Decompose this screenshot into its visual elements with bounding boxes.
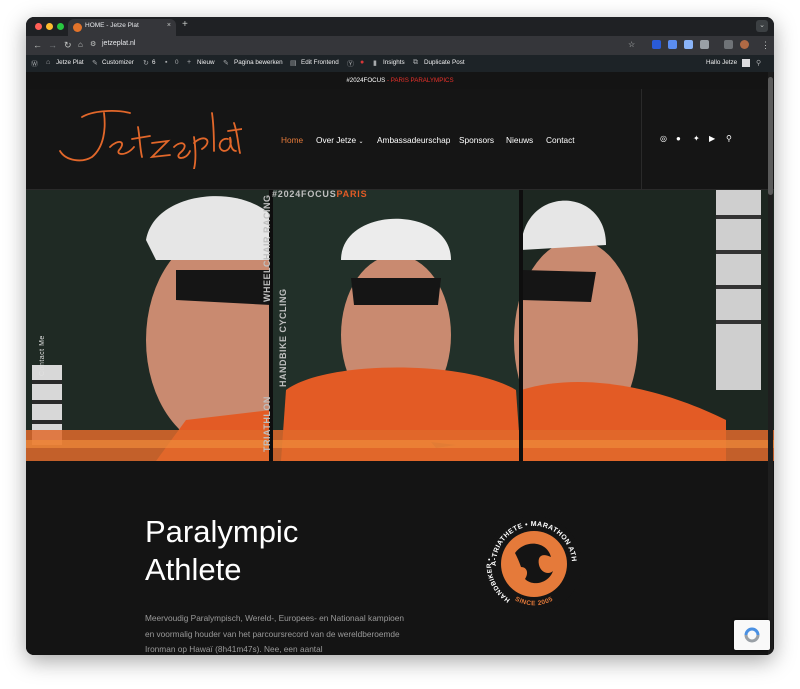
intro-section: Paralympic Athlete Meervoudig Paralympis… xyxy=(26,461,774,655)
hero-hashtag-accent: PARIS xyxy=(336,190,368,199)
facebook-icon[interactable]: ● xyxy=(676,134,681,143)
extensions-puzzle-icon[interactable] xyxy=(700,40,709,49)
site-info-icon[interactable]: ⚙ xyxy=(90,40,96,48)
nav-over-jetze-label: Over Jetze xyxy=(316,135,357,145)
heading-line-1: Paralympic xyxy=(145,514,299,549)
topline-announcement: #2024FOCUS - PARIS PARALYMPICS xyxy=(26,72,774,89)
page-scrollbar-thumb[interactable] xyxy=(768,77,773,195)
insights-link[interactable]: Insights xyxy=(383,59,405,66)
site-name-link[interactable]: Jetze Plat xyxy=(56,59,84,66)
user-greeting[interactable]: Hallo Jetze xyxy=(706,59,737,66)
youtube-icon[interactable]: ▶ xyxy=(709,134,715,143)
site-logo[interactable] xyxy=(52,103,242,169)
athlete-badge: PARA-TRIATHETE • MARATHON ATHLETE HANDBI… xyxy=(483,513,582,612)
comments-count[interactable]: 0 xyxy=(175,59,179,66)
forward-icon[interactable]: → xyxy=(48,40,57,50)
heading-line-2: Athlete xyxy=(145,552,242,587)
browser-window: HOME - Jetze Plat × + ⌄ ← → ↻ ⌂ ⚙ jetzep… xyxy=(26,17,774,655)
page-heading: Paralympic Athlete xyxy=(145,513,365,589)
url-field[interactable]: jetzeplat.nl xyxy=(102,40,135,47)
topline-hashtag: #2024FOCUS xyxy=(346,77,386,84)
search-icon[interactable]: ⚲ xyxy=(726,134,732,143)
nav-home[interactable]: Home xyxy=(281,135,303,145)
updates-count[interactable]: 6 xyxy=(152,59,156,66)
address-bar: ← → ↻ ⌂ ⚙ jetzeplat.nl ☆ ⋮ xyxy=(26,36,774,55)
wp-admin-bar: Ⓦ ⌂ Jetze Plat ✎ Customizer ↻ 6 ▪ 0 + Ni… xyxy=(26,55,774,72)
site-header: Home Over Jetze ⌄ Ambassadeurschap Spons… xyxy=(26,89,774,190)
back-icon[interactable]: ← xyxy=(33,40,42,50)
extension-icon[interactable] xyxy=(652,40,661,49)
hero-label-wheelchair: WHEELCHAIR RACING xyxy=(262,194,272,303)
minimize-window-dot[interactable] xyxy=(46,23,53,30)
edit-page-link[interactable]: Pagina bewerken xyxy=(234,59,283,66)
tab-title: HOME - Jetze Plat xyxy=(85,22,139,29)
reload-icon[interactable]: ↻ xyxy=(64,40,72,51)
tab-bar: HOME - Jetze Plat × + ⌄ xyxy=(26,17,774,36)
plus-icon: + xyxy=(187,59,192,66)
seo-status-icon: ● xyxy=(360,59,365,66)
comments-icon: ▪ xyxy=(165,59,168,66)
bookmark-star-icon[interactable]: ☆ xyxy=(628,40,635,49)
nav-contact[interactable]: Contact xyxy=(546,135,575,145)
insights-icon: ▮ xyxy=(373,60,377,67)
close-window-dot[interactable] xyxy=(35,23,42,30)
recaptcha-icon xyxy=(744,627,760,643)
customizer-link[interactable]: Customizer xyxy=(102,59,134,66)
tab-close-icon[interactable]: × xyxy=(167,22,171,29)
duplicate-icon: ⧉ xyxy=(413,59,418,66)
profile-avatar[interactable] xyxy=(740,40,749,49)
dashboard-icon: ⌂ xyxy=(46,59,51,66)
wordpress-icon[interactable]: Ⓦ xyxy=(31,59,38,69)
edit-frontend-link[interactable]: Edit Frontend xyxy=(301,59,339,66)
search-icon[interactable]: ⚲ xyxy=(756,59,761,67)
nav-sponsors[interactable]: Sponsors xyxy=(459,135,494,145)
extension-icon[interactable] xyxy=(724,40,733,49)
new-content-link[interactable]: Nieuw xyxy=(197,59,215,66)
hero-label-handbike: HANDBIKE CYCLING xyxy=(278,288,288,387)
brush-icon: ✎ xyxy=(92,60,98,67)
home-icon[interactable]: ⌂ xyxy=(78,40,83,49)
nav-ambassadeurschap[interactable]: Ambassadeurschap xyxy=(377,135,450,145)
topline-event: PARIS PARALYMPICS xyxy=(390,77,454,84)
frontend-icon: ▤ xyxy=(290,60,297,67)
hero-image xyxy=(26,190,774,461)
yoast-icon[interactable]: Ⓨ xyxy=(347,59,354,69)
browser-tab[interactable]: HOME - Jetze Plat × xyxy=(68,19,176,36)
nav-over-jetze[interactable]: Over Jetze ⌄ xyxy=(316,135,363,145)
recaptcha-badge[interactable] xyxy=(734,620,770,650)
new-tab-button[interactable]: + xyxy=(182,19,188,30)
header-divider xyxy=(641,89,642,189)
hero-label-triathlon: TRIATHLON xyxy=(262,396,272,452)
updates-icon: ↻ xyxy=(143,60,149,67)
user-avatar[interactable] xyxy=(742,59,750,67)
maximize-window-dot[interactable] xyxy=(57,23,64,30)
duplicate-post-link[interactable]: Duplicate Post xyxy=(424,59,465,66)
hero-hashtag: #2024FOCUSPARIS xyxy=(272,190,367,199)
hero-banner: #2024FOCUSPARIS WHEELCHAIR RACING HANDBI… xyxy=(26,190,774,461)
extension-icon[interactable] xyxy=(668,40,677,49)
favicon-icon xyxy=(73,23,82,32)
hero-hashtag-text: #2024FOCUS xyxy=(272,190,337,199)
pencil-icon: ✎ xyxy=(223,60,229,67)
contact-me-tab[interactable]: Contact Me xyxy=(39,335,46,376)
chevron-down-icon: ⌄ xyxy=(358,139,364,145)
nav-nieuws[interactable]: Nieuws xyxy=(506,135,533,145)
extension-icon[interactable] xyxy=(684,40,693,49)
twitter-icon[interactable]: ✦ xyxy=(693,134,700,143)
browser-menu-icon[interactable]: ⋮ xyxy=(761,40,770,51)
tab-search-button[interactable]: ⌄ xyxy=(756,20,768,32)
intro-paragraph: Meervoudig Paralympisch, Wereld-, Europe… xyxy=(145,613,405,654)
instagram-icon[interactable]: ◎ xyxy=(660,134,667,143)
